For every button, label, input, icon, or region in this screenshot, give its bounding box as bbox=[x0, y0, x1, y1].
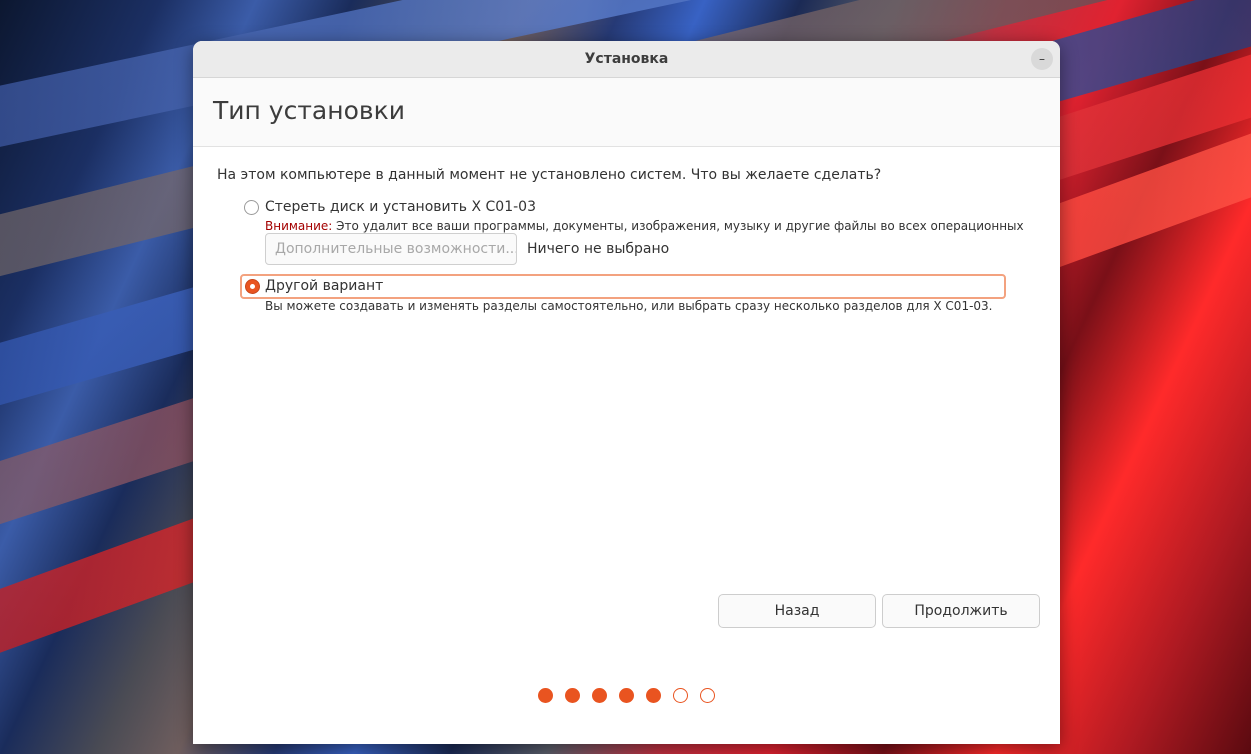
advanced-status: Ничего не выбрано bbox=[527, 241, 670, 257]
title-bar[interactable]: Установка – bbox=[193, 41, 1060, 78]
progress-dot bbox=[538, 688, 553, 703]
progress-dot bbox=[646, 688, 661, 703]
something-else-note: Вы можете создавать и изменять разделы с… bbox=[265, 299, 993, 313]
continue-button[interactable]: Продолжить bbox=[882, 594, 1040, 628]
window-title: Установка bbox=[584, 51, 669, 67]
progress-dot bbox=[619, 688, 634, 703]
installer-window: Установка – Тип установки На этом компью… bbox=[193, 41, 1060, 744]
install-question: На этом компьютере в данный момент не ус… bbox=[217, 167, 882, 183]
back-button[interactable]: Назад bbox=[718, 594, 876, 628]
page-title: Тип установки bbox=[213, 96, 405, 125]
erase-disk-radio[interactable] bbox=[244, 200, 259, 215]
page-header: Тип установки bbox=[193, 78, 1060, 147]
something-else-radio[interactable] bbox=[245, 279, 260, 294]
progress-dot bbox=[565, 688, 580, 703]
warning-word: Внимание: bbox=[265, 219, 333, 233]
progress-dot bbox=[592, 688, 607, 703]
erase-disk-label[interactable]: Стереть диск и установить X C01-03 bbox=[265, 199, 536, 215]
something-else-label[interactable]: Другой вариант bbox=[265, 278, 383, 294]
progress-dot bbox=[700, 688, 715, 703]
minimize-button[interactable]: – bbox=[1031, 48, 1053, 70]
advanced-features-button[interactable]: Дополнительные возможности... bbox=[265, 233, 517, 265]
progress-dot bbox=[673, 688, 688, 703]
